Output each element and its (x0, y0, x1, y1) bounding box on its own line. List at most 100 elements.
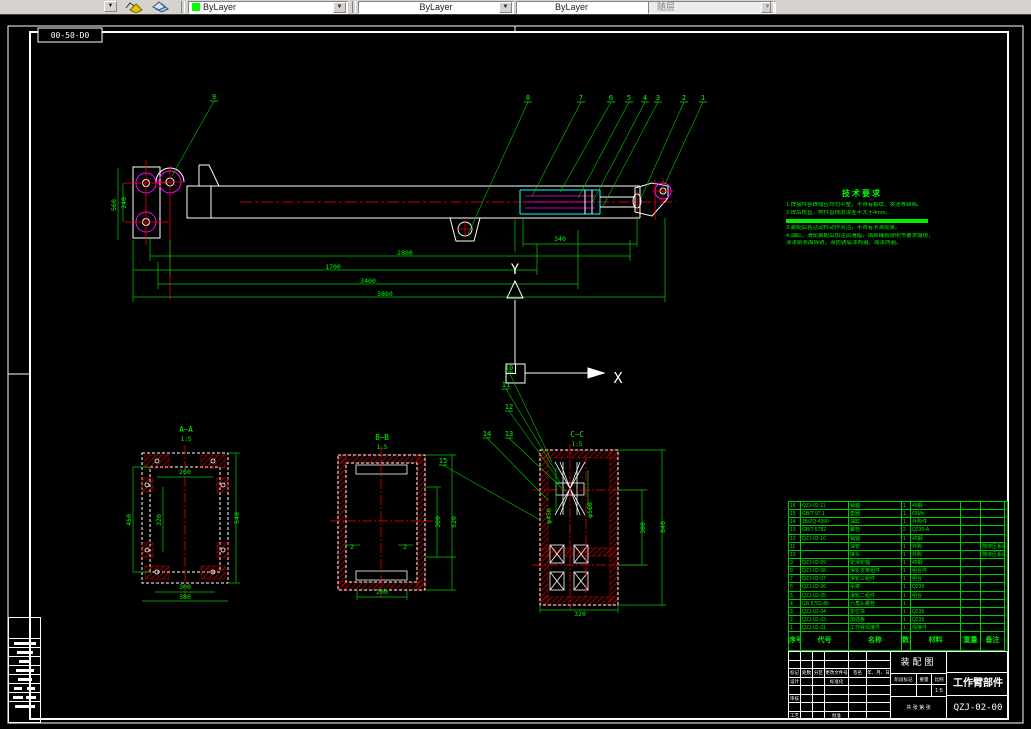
bom-cell: 1 (902, 567, 911, 576)
dimension-text: 2 (403, 543, 407, 551)
title-block-grid-cell (867, 660, 891, 669)
notes-line: 1.焊接件各焊缝应均匀平整，不得有裂纹、夹渣等缺陷。 (786, 202, 923, 208)
bom-cell (961, 599, 981, 608)
part-name-cell: 工作臂部件 (947, 673, 1009, 696)
bom-cell (961, 591, 981, 600)
color-combo-value: ByLayer (203, 2, 237, 12)
bom-cell: 5 (789, 591, 801, 600)
title-block-grid-cell (849, 703, 867, 712)
title-block-grid-cell (813, 660, 825, 669)
bom-cell: 定位块 (849, 607, 902, 616)
title-block-grid-cell (813, 677, 825, 686)
bom-cell: 滑轮支架组件 (849, 567, 902, 576)
scale-label-cell: 比例 (932, 674, 947, 685)
corner-signature-table (8, 617, 41, 723)
bom-header-cell: 重量 (961, 632, 981, 652)
balloon-leader-line (577, 101, 630, 199)
bom-cell: 2 (902, 526, 911, 535)
dimension-text: 1700 (325, 263, 341, 271)
bom-cell: 组合 (911, 575, 961, 584)
title-block-grid-cell (867, 677, 891, 686)
title-block-grid-cell (813, 686, 825, 695)
bom-cell: QZJ-02-07 (801, 575, 849, 584)
bom-cell (981, 583, 1005, 592)
balloon-number: 2 (682, 94, 686, 102)
dimension-text: 450 (125, 514, 133, 526)
ucs-y-label: Y (511, 262, 520, 278)
bom-cell (961, 502, 981, 511)
bom-cell: 1 (902, 518, 911, 527)
title-block-grid-cell: 设计 (789, 677, 801, 686)
bom-cell: JB/ZQ 4390 (801, 518, 849, 527)
title-block-grid-cell (813, 711, 825, 720)
color-control-combo[interactable]: ByLayer ▼ (188, 1, 348, 14)
dimension-text: 340 (554, 235, 566, 243)
bom-cell: 加强板 (849, 615, 902, 625)
ucs-x-label: X (613, 369, 622, 387)
bom-cell (981, 526, 1005, 535)
bom-cell: 65Mn (911, 510, 961, 519)
bom-cell: 1 (902, 607, 911, 616)
dimension-text: 300 (179, 583, 191, 591)
bom-cell: GB 5782-86 (801, 599, 849, 608)
title-block-grid-cell (801, 660, 813, 669)
balloon-number: 7 (579, 94, 583, 102)
title-block-grid-cell (801, 703, 813, 712)
title-block-grid-cell (789, 652, 801, 661)
chevron-down-icon[interactable]: ▼ (333, 2, 346, 13)
bom-cell: Q235-A (911, 526, 961, 535)
bom-cell (961, 575, 981, 584)
balloon-number: 12 (505, 403, 513, 411)
doc-number-box: 00-50-D0 (37, 27, 103, 43)
bom-cell: QZJ-02-10 (801, 534, 849, 543)
title-block-grid-cell: 工艺 (789, 711, 801, 720)
chevron-down-icon[interactable]: ▼ (499, 2, 512, 13)
balloon-leader-line (531, 101, 582, 197)
title-block-grid-cell: 签名 (849, 669, 867, 678)
dimension-text: 200 (376, 588, 388, 596)
title-block-grid-cell (825, 686, 849, 695)
dimension-text: 380 (179, 593, 191, 601)
bom-cell (981, 607, 1005, 616)
drawing-type-cell: 装配图 (891, 652, 947, 674)
dimension-text: 3860 (377, 290, 393, 298)
bom-cell (981, 615, 1005, 625)
notes-line: 4.油缸、滑轮装配后加注润滑脂，钢丝绳按说明书要求缠绕， (786, 232, 934, 239)
balloon-leader-line (486, 437, 549, 501)
bom-cell: QZJ-02-06 (801, 583, 849, 592)
scale-value-cell: 1:5 (932, 685, 947, 697)
linetype-control-combo[interactable]: ByLayer ▼ (358, 1, 514, 14)
bom-cell: 1 (902, 550, 911, 559)
dimension-text: 320 (574, 610, 586, 618)
bom-cell (961, 542, 981, 551)
bom-cell: 销轴 (849, 502, 902, 511)
bom-cell: QZJ-02-01 (801, 624, 849, 633)
title-block-grid-cell (801, 677, 813, 686)
title-block-grid-cell: 审核 (789, 694, 801, 703)
bom-cell (961, 615, 981, 625)
title-block-grid-cell (849, 694, 867, 703)
bom-cell (981, 567, 1005, 576)
bom-cell: 45钢 (911, 502, 961, 511)
bom-cell (961, 526, 981, 535)
title-block-grid-cell: 标准化 (825, 677, 849, 686)
bom-cell: Q235 (911, 583, 961, 592)
bom-cell: 工作臂焊接件 (849, 624, 902, 633)
bom-cell: 油缸 (849, 518, 902, 527)
bom-header-cell: 数量 (902, 632, 911, 652)
make-object-layer-current-icon[interactable] (122, 0, 172, 13)
bom-cell (911, 599, 961, 608)
bom-cell: 1 (902, 624, 911, 633)
bom-cell: GB/T 5782 (801, 526, 849, 535)
bom-cell: 11 (789, 542, 801, 551)
technical-requirements-notes: 技术要求 1.焊接件各焊缝应均匀平整，不得有裂纹、夹渣等缺陷。 2.焊后校直，构件… (786, 188, 938, 248)
balloon-number: 4 (643, 94, 647, 102)
title-block-grid-cell (813, 652, 825, 661)
section-label: B—B (375, 433, 389, 442)
bom-header-cell: 名称 (849, 632, 902, 652)
bom-cell: 焊接件 (911, 624, 961, 633)
dimension-text: 320 (155, 514, 163, 526)
bom-cell: 组合 (911, 591, 961, 600)
toolbar-separator (352, 1, 356, 13)
linetype-combo-value: ByLayer (419, 2, 453, 12)
